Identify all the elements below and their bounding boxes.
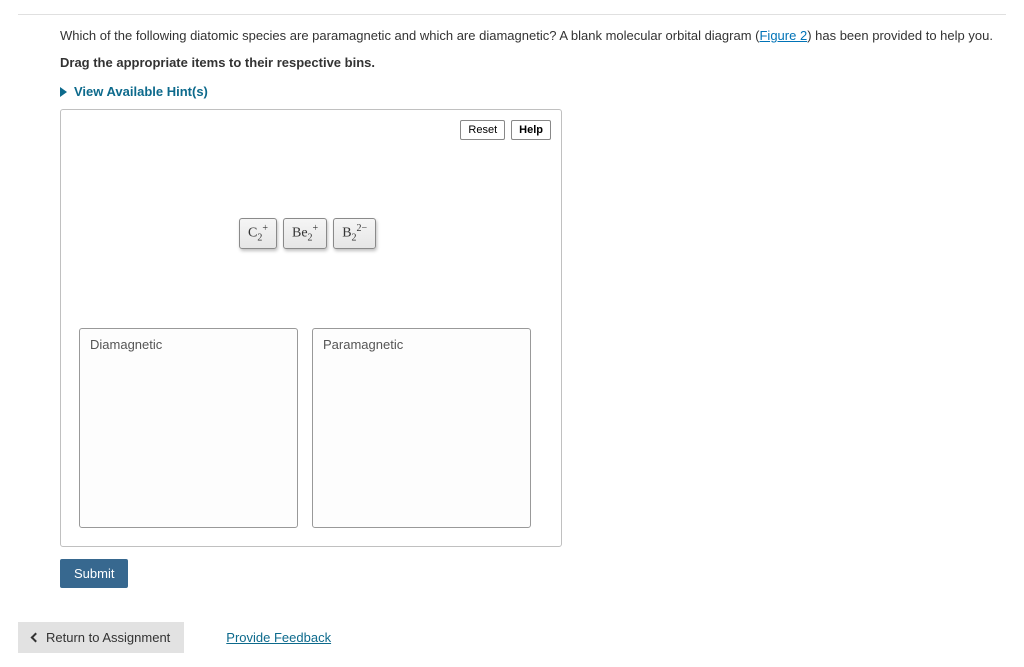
species-sub: 2 bbox=[308, 233, 313, 244]
reset-button[interactable]: Reset bbox=[460, 120, 505, 140]
bin-label-diamagnetic: Diamagnetic bbox=[90, 337, 287, 352]
question-text-after: ) has been provided to help you. bbox=[807, 28, 993, 43]
species-sup: + bbox=[262, 223, 268, 234]
top-divider bbox=[18, 14, 1006, 15]
help-button[interactable]: Help bbox=[511, 120, 551, 140]
species-sup: 2− bbox=[357, 223, 368, 234]
activity-area: Reset Help C2+ Be2+ B22− Diamagnetic Par… bbox=[60, 109, 562, 547]
figure-link[interactable]: Figure 2 bbox=[759, 28, 807, 43]
question-text: Which of the following diatomic species … bbox=[60, 27, 1006, 45]
species-base: B bbox=[342, 226, 351, 241]
chevron-left-icon bbox=[31, 633, 41, 643]
drop-bins: Diamagnetic Paramagnetic bbox=[79, 328, 531, 528]
species-base: Be bbox=[292, 226, 308, 241]
species-base: C bbox=[248, 226, 257, 241]
species-chip-c2plus[interactable]: C2+ bbox=[239, 218, 277, 248]
bin-diamagnetic[interactable]: Diamagnetic bbox=[79, 328, 298, 528]
species-sup: + bbox=[313, 223, 319, 234]
bottom-bar: Return to Assignment Provide Feedback bbox=[18, 622, 1006, 653]
species-chip-b22minus[interactable]: B22− bbox=[333, 218, 376, 248]
species-sub: 2 bbox=[352, 233, 357, 244]
draggable-items: C2+ Be2+ B22− bbox=[239, 218, 376, 248]
submit-button[interactable]: Submit bbox=[60, 559, 128, 588]
bin-paramagnetic[interactable]: Paramagnetic bbox=[312, 328, 531, 528]
return-to-assignment-button[interactable]: Return to Assignment bbox=[18, 622, 184, 653]
return-label: Return to Assignment bbox=[46, 630, 170, 645]
content-wrap: Which of the following diatomic species … bbox=[18, 27, 1006, 588]
drag-instruction: Drag the appropriate items to their resp… bbox=[60, 55, 1006, 70]
activity-toolbar: Reset Help bbox=[460, 120, 551, 140]
hints-label: View Available Hint(s) bbox=[74, 84, 208, 99]
view-hints-toggle[interactable]: View Available Hint(s) bbox=[60, 84, 1006, 99]
triangle-right-icon bbox=[60, 87, 67, 97]
question-text-before: Which of the following diatomic species … bbox=[60, 28, 759, 43]
species-chip-be2plus[interactable]: Be2+ bbox=[283, 218, 327, 248]
bin-label-paramagnetic: Paramagnetic bbox=[323, 337, 520, 352]
provide-feedback-link[interactable]: Provide Feedback bbox=[226, 630, 331, 645]
species-sub: 2 bbox=[257, 233, 262, 244]
